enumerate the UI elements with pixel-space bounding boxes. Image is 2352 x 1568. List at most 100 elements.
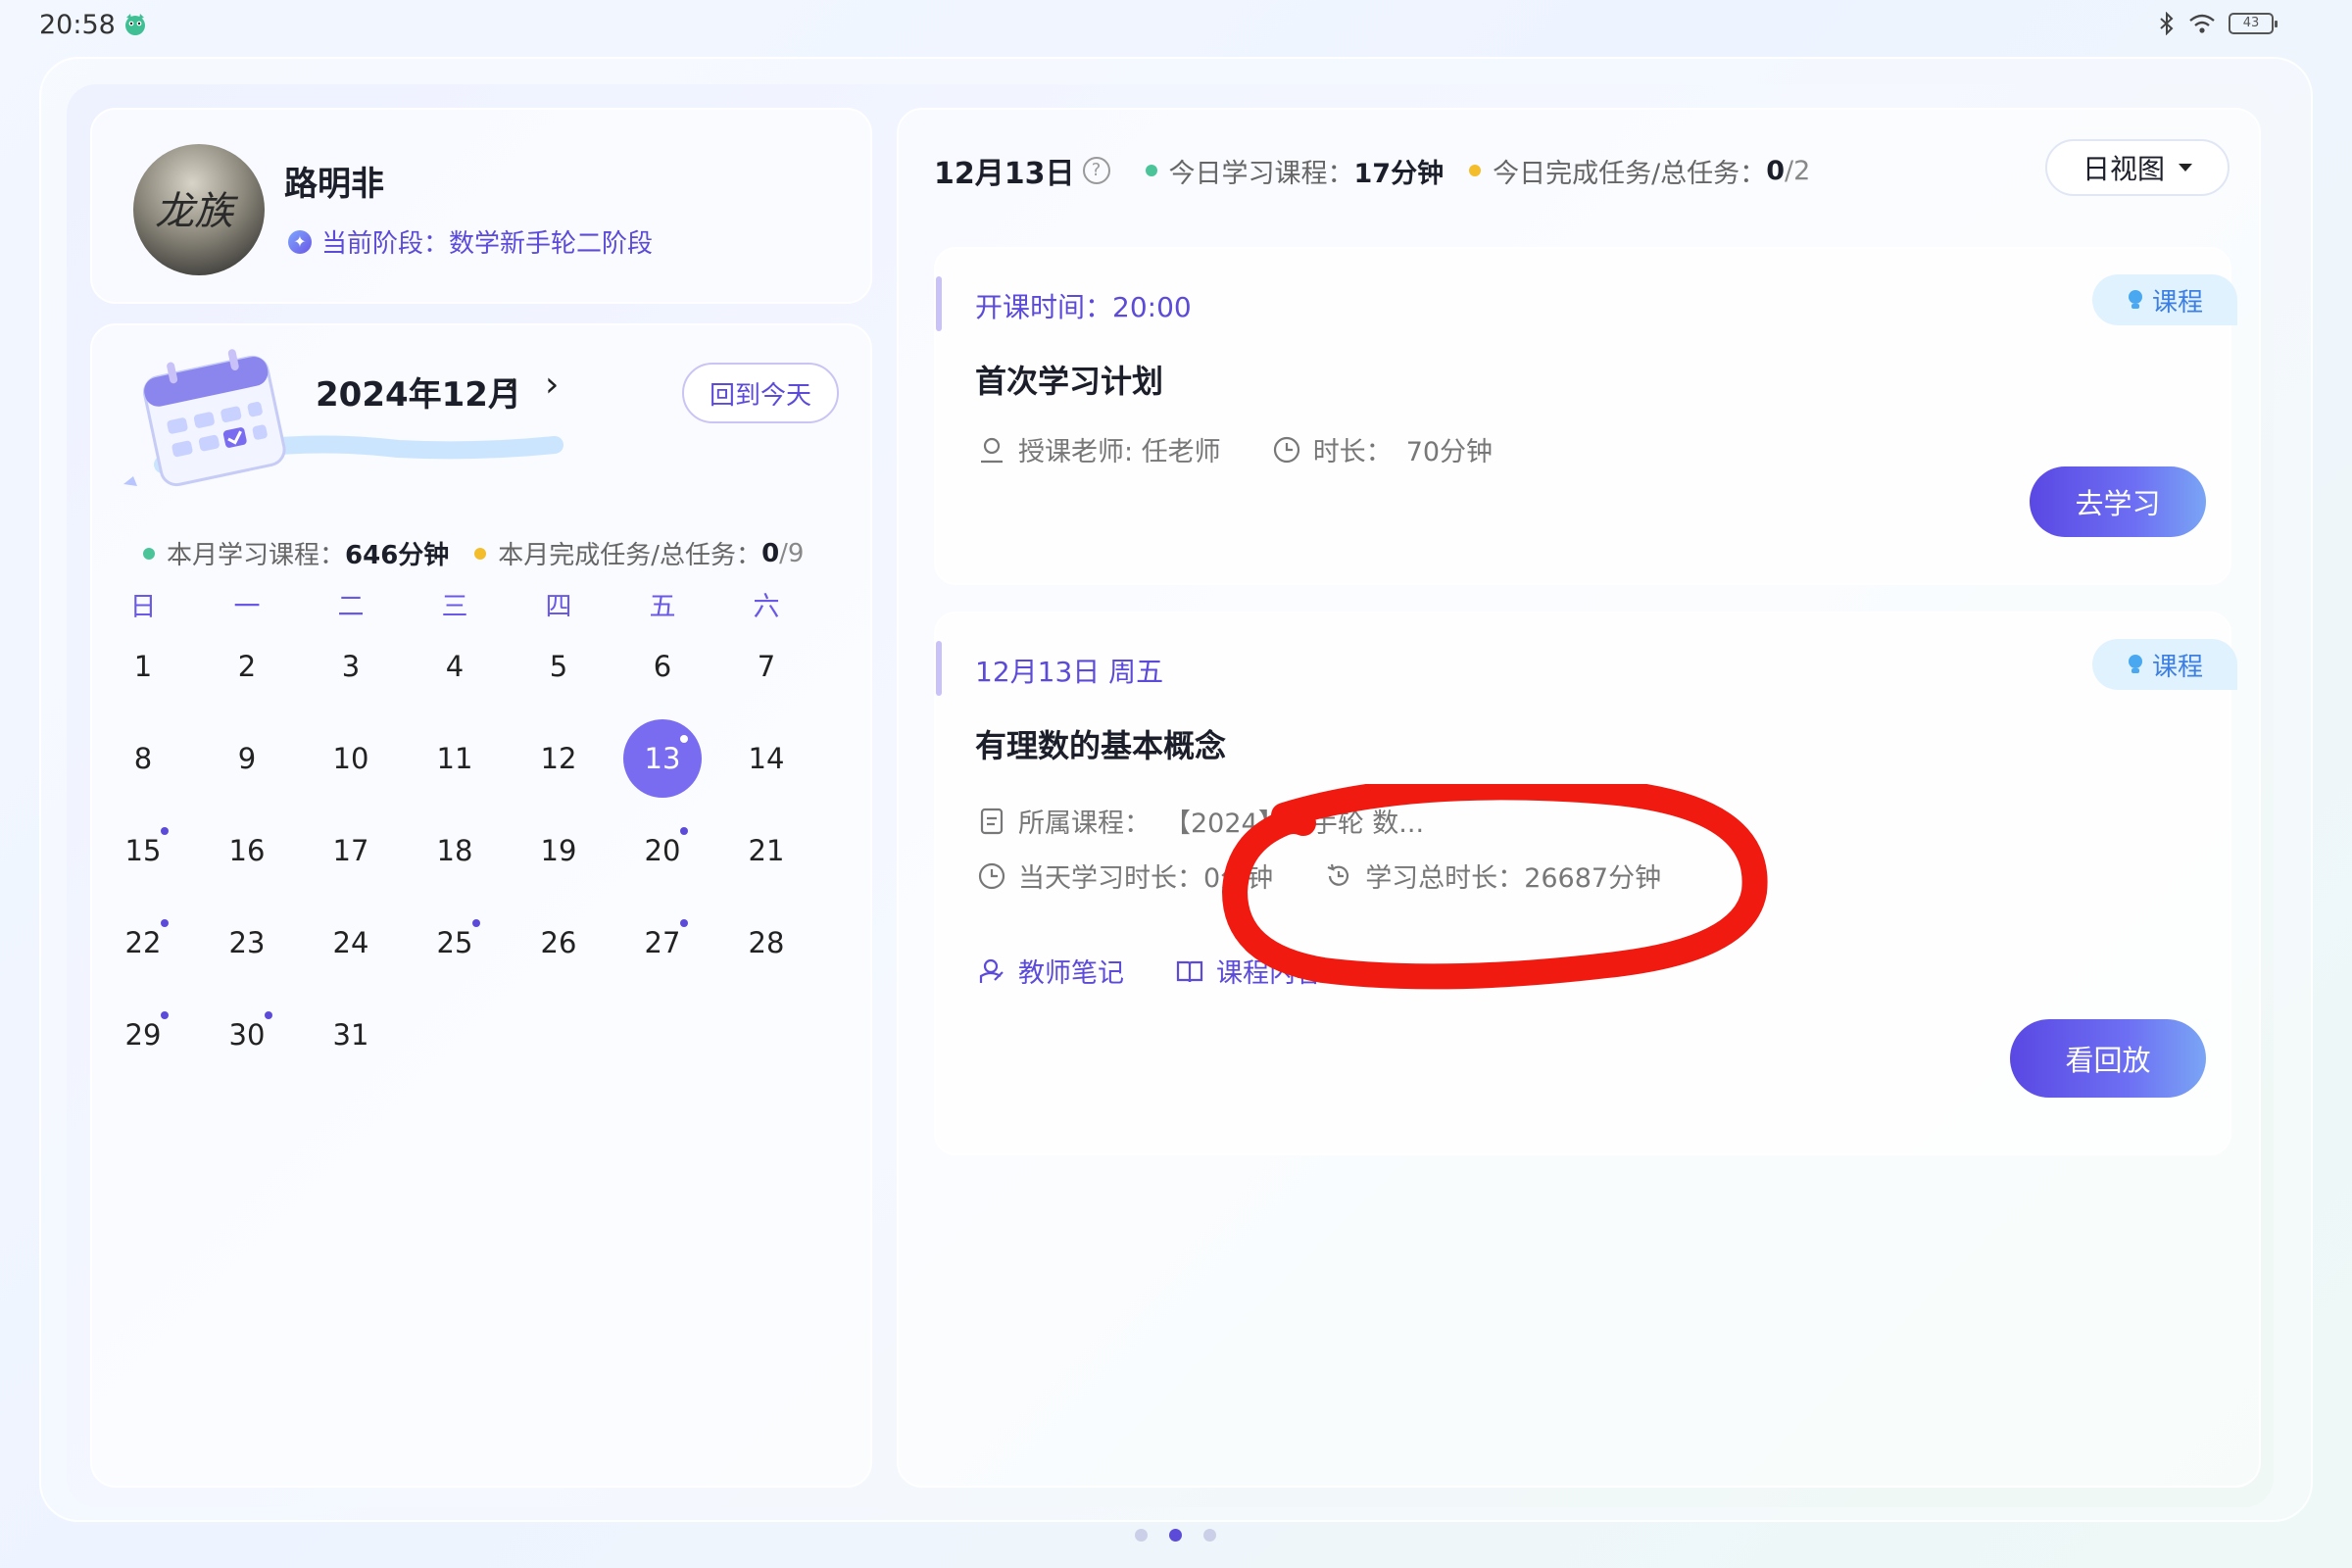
battery-icon: 43 — [2229, 13, 2278, 34]
profile-card: 龙族 路明非 ✦ 当前阶段：数学新手轮二阶段 — [90, 108, 872, 304]
calendar-day[interactable]: 28 — [727, 904, 806, 982]
calendar-day[interactable]: 30 — [208, 996, 286, 1074]
card-meta-row: 授课老师: 任老师 时长： 70分钟 — [977, 430, 1493, 468]
go-study-button[interactable]: 去学习 — [2030, 466, 2206, 537]
stage-label: 当前阶段： — [321, 229, 450, 259]
person-icon — [981, 437, 1003, 463]
current-stage: ✦ 当前阶段：数学新手轮二阶段 — [288, 223, 653, 260]
calendar-day[interactable]: 20 — [623, 811, 702, 890]
total-duration-label: 学习总时长： — [1365, 863, 1525, 894]
clock-icon — [1273, 436, 1299, 463]
page-indicator — [1135, 1529, 1216, 1542]
today-tasks-done: 0 — [1766, 155, 1785, 186]
calendar-day[interactable]: 26 — [519, 904, 598, 982]
calendar-day[interactable]: 31 — [312, 996, 390, 1074]
study-duration-row: 当天学习时长： 0分钟 学习总时长： 26687分钟 — [977, 857, 1661, 895]
calendar-day[interactable]: 21 — [727, 811, 806, 890]
calendar-day[interactable]: 16 — [208, 811, 286, 890]
app-mascot-icon — [125, 14, 145, 35]
calendar-day[interactable]: 23 — [208, 904, 286, 982]
calendar-day[interactable]: 25 — [416, 904, 494, 982]
calendar-day-selected[interactable]: 13 — [623, 719, 702, 798]
calendar-day[interactable]: 5 — [519, 627, 598, 706]
course-tag: 课程 — [2092, 274, 2237, 325]
calendar-day[interactable]: 4 — [416, 627, 494, 706]
task-marker-dot — [680, 919, 688, 927]
today-tasks-total: /2 — [1784, 155, 1811, 186]
day-duration-value: 0分钟 — [1203, 863, 1274, 894]
calendar-day[interactable]: 19 — [519, 811, 598, 890]
course-label: 所属课程： — [1018, 808, 1151, 839]
calendar-grid: 日一二三四五六 1 2 3 4 5 6 7 8 9 10 11 12 13 14 15 16 17 18 19 20 21… — [92, 325, 870, 1486]
status-bar: 20:58 43 — [0, 0, 2352, 55]
calendar-day[interactable]: 9 — [208, 719, 286, 798]
avatar-calligraphy-image: 龙族 — [155, 189, 239, 234]
weekday-label: 三 — [441, 592, 468, 622]
today-tasks-stat: 今日完成任务/总任务： 0 /2 — [1469, 152, 1810, 190]
calendar-day[interactable]: 14 — [727, 719, 806, 798]
watch-replay-button[interactable]: 看回放 — [2010, 1019, 2206, 1098]
calendar-day[interactable]: 24 — [312, 904, 390, 982]
profile-name: 路明非 — [284, 165, 384, 204]
lesson-date: 12月13日 周五 — [975, 656, 1164, 688]
teacher: 授课老师: 任老师 — [1018, 437, 1221, 467]
calendar-card: 2024年12月 ‹ › 回到今天 本月学习课程： 646分钟 本月完成任务/总… — [90, 323, 872, 1488]
stage-icon: ✦ — [288, 229, 312, 254]
calendar-day[interactable]: 22 — [104, 904, 182, 982]
clock-icon — [978, 862, 1005, 889]
calendar-day[interactable]: 17 — [312, 811, 390, 890]
course-content-link[interactable]: 课程内容 — [1175, 952, 1322, 990]
view-mode-label: 日视图 — [2082, 153, 2165, 185]
teacher-notes-label: 教师笔记 — [1018, 958, 1124, 989]
status-time: 20:58 — [39, 10, 116, 40]
task-marker-dot — [161, 1011, 169, 1019]
weekday-label: 一 — [233, 592, 261, 622]
task-card-1: 课程 开课时间：20:00 首次学习计划 授课老师: 任老师 时长： 70分钟 … — [934, 247, 2237, 585]
wifi-icon — [2189, 14, 2215, 33]
course-belong-row: 所属课程： 【2024】新手轮 数... — [977, 802, 1424, 840]
document-icon — [980, 808, 1004, 834]
avatar[interactable]: 龙族 — [133, 144, 265, 275]
card-links: 教师笔记 课程内容 — [977, 952, 1373, 990]
calendar-day[interactable]: 18 — [416, 811, 494, 890]
task-marker-dot — [680, 827, 688, 835]
calendar-day[interactable]: 10 — [312, 719, 390, 798]
calendar-day[interactable]: 2 — [208, 627, 286, 706]
course-value: 【2024】新手轮 数... — [1164, 808, 1425, 839]
calendar-day[interactable]: 12 — [519, 719, 598, 798]
history-icon — [1327, 863, 1349, 886]
page-dot[interactable] — [1169, 1529, 1182, 1542]
green-dot-icon — [1145, 165, 1157, 176]
course-tag: 课程 — [2092, 639, 2237, 690]
task-marker-dot — [680, 735, 688, 743]
page-dot[interactable] — [1203, 1529, 1216, 1542]
course-content-label: 课程内容 — [1216, 958, 1322, 989]
class-start-time: 开课时间：20:00 — [975, 291, 1192, 323]
bluetooth-icon — [2160, 12, 2174, 35]
calendar-day[interactable]: 8 — [104, 719, 182, 798]
status-icons: 43 — [2158, 12, 2278, 35]
calendar-day[interactable]: 1 — [104, 627, 182, 706]
calendar-day[interactable]: 15 — [104, 811, 182, 890]
book-icon — [1176, 960, 1203, 982]
view-mode-dropdown[interactable]: 日视图 — [2045, 139, 2230, 196]
calendar-day[interactable]: 29 — [104, 996, 182, 1074]
day-duration-label: 当天学习时长： — [1018, 863, 1203, 894]
teacher-notes-link[interactable]: 教师笔记 — [977, 952, 1124, 990]
day-date: 12月13日 — [934, 157, 1075, 191]
notes-icon — [979, 958, 1004, 983]
calendar-day[interactable]: 27 — [623, 904, 702, 982]
task-marker-dot — [161, 827, 169, 835]
total-duration-value: 26687分钟 — [1524, 863, 1662, 894]
page-dot[interactable] — [1135, 1529, 1148, 1542]
calendar-day[interactable]: 3 — [312, 627, 390, 706]
calendar-day[interactable]: 6 — [623, 627, 702, 706]
weekday-label: 五 — [649, 592, 676, 622]
calendar-day[interactable]: 11 — [416, 719, 494, 798]
day-view-panel: 12月13日 ? 今日学习课程： 17分钟 今日完成任务/总任务： 0 /2 日… — [897, 108, 2261, 1488]
help-icon[interactable]: ? — [1082, 157, 1110, 184]
weekday-label: 日 — [129, 592, 157, 622]
today-courses-value: 17分钟 — [1353, 158, 1445, 189]
duration-label: 时长： — [1312, 437, 1393, 467]
calendar-day[interactable]: 7 — [727, 627, 806, 706]
